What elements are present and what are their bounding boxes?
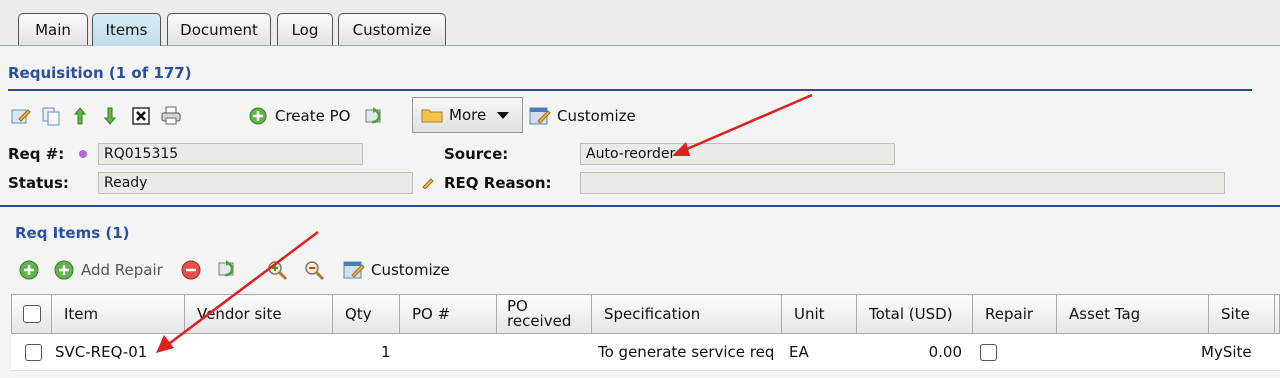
add-repair-button[interactable]: Add Repair [54,259,172,281]
requisition-title: Requisition (1 of 177) [8,64,192,82]
section-divider [0,205,1280,207]
tab-items[interactable]: Items [92,13,161,46]
items-customize-button[interactable]: Customize [343,258,451,282]
more-dropdown[interactable]: More [412,97,523,133]
select-all-checkbox[interactable] [23,305,41,323]
minus-circle-icon [181,260,201,280]
tab-items-label: Items [105,21,148,39]
customize-button[interactable]: Customize [529,104,639,128]
column-vendor-site[interactable]: Vendor site [185,295,333,333]
zoom-out-icon [305,261,325,281]
copy-button[interactable] [40,106,62,126]
column-po-received[interactable]: PO received [497,295,592,333]
column-unit[interactable]: Unit [782,295,857,333]
cell-specification: To generate service req [598,343,775,361]
cell-total: 0.00 [928,343,962,361]
plus-circle-icon [19,260,39,280]
refresh-items-button[interactable] [216,258,240,280]
table-row[interactable]: SVC-REQ-01 1 To generate service req EA … [11,334,1280,371]
tab-customize-label: Customize [352,20,432,39]
column-site[interactable]: Site [1209,295,1275,333]
status-label: Status: [8,174,69,192]
folder-icon [421,109,443,123]
plus-circle-icon [54,260,74,280]
tab-log[interactable]: Log [277,13,333,45]
arrow-up-icon [73,107,87,125]
tab-document[interactable]: Document [167,13,271,45]
refresh-button[interactable] [363,105,387,127]
tab-log-label: Log [291,20,319,39]
tab-document-label: Document [180,20,258,39]
zoom-in-button[interactable] [265,258,289,282]
source-field[interactable]: Auto-reorder [580,143,895,165]
create-po-label: Create PO [275,107,351,125]
delete-button[interactable] [130,106,152,126]
copy-icon [42,107,60,126]
required-dot-icon [79,150,87,158]
source-label: Source: [444,145,509,163]
close-box-icon [132,107,150,125]
zoom-in-icon [268,261,288,281]
items-customize-label: Customize [371,261,450,279]
plus-circle-icon [249,107,267,125]
requisition-divider [8,89,1252,91]
more-label: More [449,106,487,124]
column-asset-tag[interactable]: Asset Tag [1057,295,1209,333]
req-reason-field[interactable] [580,172,1225,194]
edit-button[interactable] [10,106,32,126]
column-qty[interactable]: Qty [333,295,400,333]
row-select [25,334,42,370]
cell-qty: 1 [381,343,391,361]
pencil-icon[interactable] [421,175,435,189]
remove-button[interactable] [180,259,202,281]
select-all-column [12,295,52,333]
column-item[interactable]: Item [52,295,185,333]
table-header: Item Vendor site Qty PO # PO received Sp… [11,294,1280,334]
create-po-button[interactable]: Create PO [249,104,357,128]
req-number-field[interactable]: RQ015315 [98,143,363,165]
column-po-number[interactable]: PO # [400,295,497,333]
customize-icon [529,107,551,125]
print-button[interactable] [159,106,183,126]
req-items-title: Req Items (1) [15,224,130,242]
req-reason-label: REQ Reason: [444,174,552,192]
column-total[interactable]: Total (USD) [857,295,973,333]
printer-icon [161,106,181,125]
tab-customize[interactable]: Customize [338,13,446,45]
repair-checkbox[interactable] [980,343,997,361]
zoom-out-button[interactable] [302,258,326,282]
move-down-button[interactable] [99,106,121,126]
row-checkbox[interactable] [25,343,42,361]
cell-unit: EA [789,343,809,361]
status-field[interactable]: Ready [98,172,413,194]
column-specification[interactable]: Specification [592,295,782,333]
cell-site: MySite [1201,343,1252,361]
add-repair-label: Add Repair [81,261,163,279]
customize-label: Customize [557,107,636,125]
refresh-icon [365,107,381,124]
refresh-icon [218,260,234,277]
cell-repair [980,334,997,370]
tab-main-label: Main [35,20,71,39]
customize-icon [343,261,365,279]
tab-bar: Main Items Document Log Customize [0,0,1280,46]
move-up-button[interactable] [69,106,91,126]
column-repair[interactable]: Repair [973,295,1057,333]
add-button[interactable] [18,259,40,281]
edit-icon [11,109,31,124]
req-number-label: Req #: [8,145,65,163]
chevron-down-icon [497,112,510,119]
tab-main[interactable]: Main [18,13,88,45]
cell-item[interactable]: SVC-REQ-01 [55,334,147,370]
arrow-down-icon [103,107,117,125]
